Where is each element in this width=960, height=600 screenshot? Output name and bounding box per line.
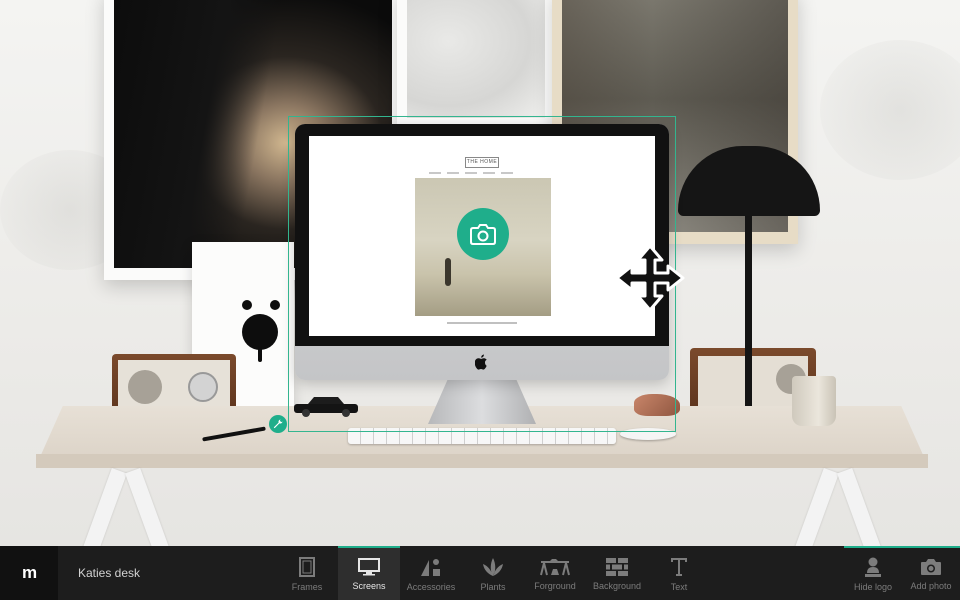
tool-frames[interactable]: Frames [276, 546, 338, 600]
move-icon[interactable] [614, 244, 686, 312]
device-screen[interactable]: THE HOME [309, 136, 655, 336]
toolbar-right-group: Hide logo Add photo [844, 546, 960, 600]
tool-label: Forground [534, 580, 576, 591]
wall-texture [820, 40, 960, 180]
radio-knob [188, 372, 218, 402]
accessories-icon [421, 558, 440, 576]
screen-photo-placeholder[interactable] [415, 178, 551, 316]
text-icon [671, 557, 687, 576]
wrench-button[interactable] [269, 415, 287, 433]
bear-head [242, 314, 278, 350]
tool-label: Add photo [910, 580, 952, 591]
add-screenshot-button[interactable] [457, 208, 509, 260]
camera-icon [470, 224, 496, 245]
photo-figure [445, 258, 451, 286]
desk-leg [837, 467, 883, 546]
desk-leg [81, 467, 127, 546]
coffee-cup[interactable] [792, 376, 836, 426]
tool-label: Screens [352, 580, 386, 591]
brick-wall-icon [606, 557, 628, 576]
poster-frame-marble[interactable] [397, 0, 555, 130]
bottom-toolbar: m Katies desk Frames Screens Accessories… [0, 546, 960, 600]
tool-label: Hide logo [853, 581, 893, 592]
site-caption [447, 322, 517, 324]
monitor-icon [358, 557, 380, 575]
desk-lamp-pole [745, 214, 752, 426]
desk-edge [36, 454, 928, 468]
desk-leg [125, 467, 171, 546]
decor-stone[interactable] [634, 394, 680, 416]
tool-label: Accessories [406, 581, 456, 592]
keyboard[interactable] [348, 428, 616, 444]
mouse[interactable] [620, 428, 676, 440]
bear-ear [270, 300, 280, 310]
foreground-icon [540, 558, 570, 575]
frame-icon [299, 556, 315, 577]
wrench-icon [273, 419, 283, 429]
tool-accessories[interactable]: Accessories [400, 546, 462, 600]
apple-logo-icon [475, 354, 487, 370]
tool-label: Frames [291, 581, 323, 592]
desk-leg [793, 467, 839, 546]
mockup-canvas[interactable]: THE HOME [0, 0, 960, 546]
brand-logo[interactable]: m [0, 546, 58, 600]
toy-car[interactable] [292, 396, 360, 418]
tool-text[interactable]: Text [648, 546, 710, 600]
bear-ear [242, 300, 252, 310]
brand-logo-text: m [21, 563, 37, 582]
radio-speaker [128, 370, 162, 404]
monitor-stand [428, 380, 536, 424]
add-photo-button[interactable]: Add photo [902, 548, 960, 600]
project-name[interactable]: Katies desk [58, 546, 276, 600]
tool-plants[interactable]: Plants [462, 546, 524, 600]
site-logo: THE HOME [465, 157, 499, 168]
tool-label: Text [670, 581, 688, 592]
bear-drip [258, 346, 262, 362]
hide-logo-button[interactable]: Hide logo [844, 548, 902, 600]
tool-label: Background [592, 580, 642, 591]
user-stamp-icon [865, 557, 881, 577]
tool-label: Plants [480, 581, 506, 592]
tool-background[interactable]: Background [586, 546, 648, 600]
tool-foreground[interactable]: Forground [524, 546, 586, 600]
tool-screens[interactable]: Screens [338, 546, 400, 600]
plant-icon [483, 557, 503, 576]
site-nav [429, 172, 513, 174]
camera-icon [921, 558, 941, 575]
screen-device-imac[interactable]: THE HOME [295, 124, 669, 380]
